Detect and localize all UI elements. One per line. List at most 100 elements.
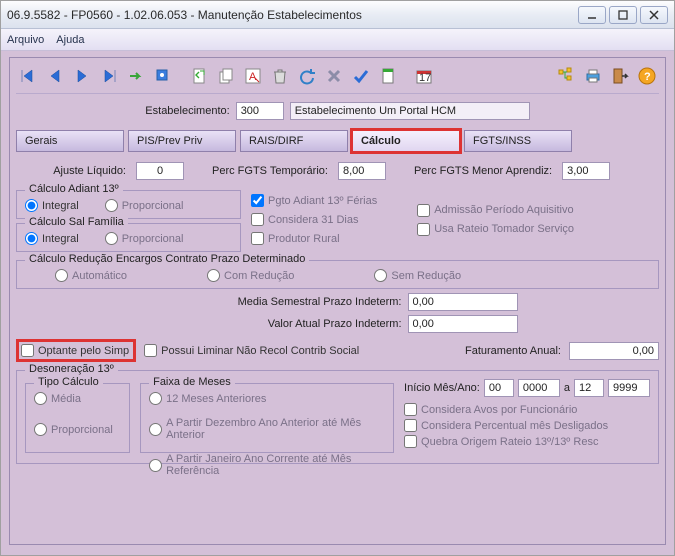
client-area: A 17 ? Estabelecimento: Gerais [1,51,674,555]
maximize-button[interactable] [609,6,637,24]
main-panel: A 17 ? Estabelecimento: Gerais [9,57,666,545]
ajuste-label: Ajuste Líquido: [16,165,126,177]
estab-row: Estabelecimento: [16,102,659,120]
perc-temp-input[interactable] [338,162,386,180]
perc-apr-input[interactable] [562,162,610,180]
next-record-icon[interactable] [70,64,94,88]
inicio-label: Início Mês/Ano: [404,382,480,394]
goto-icon[interactable] [124,64,148,88]
menubar: Arquivo Ajuda [1,29,674,51]
check-rural[interactable]: Produtor Rural [251,232,377,245]
toolbar: A 17 ? [16,62,659,94]
center-fields: Media Semestral Prazo Indeterm: Valor At… [158,293,518,333]
tree-icon[interactable] [554,64,578,88]
group-adiant13-caption: Cálculo Adiant 13º [25,183,123,195]
inicio-m2-input[interactable] [574,379,604,397]
ajuste-input[interactable] [136,162,184,180]
perc-apr-label: Perc FGTS Menor Aprendiz: [414,165,552,177]
titlebar: 06.9.5582 - FP0560 - 1.02.06.053 - Manut… [1,1,674,29]
menu-ajuda[interactable]: Ajuda [56,34,84,46]
first-record-icon[interactable] [16,64,40,88]
check-rateio[interactable]: Usa Rateio Tomador Serviço [417,223,574,236]
tabs: Gerais PIS/Prev Priv RAIS/DIRF Cálculo F… [16,130,659,152]
check-pgto-adiant[interactable]: Pgto Adiant 13º Férias [251,194,377,207]
group-salfam: Cálculo Sal Família Integral Proporciona… [16,223,241,252]
window-buttons [578,6,668,24]
estab-code-input[interactable] [236,102,284,120]
close-button[interactable] [640,6,668,24]
highlight-box-optante: Optante pelo Simp [16,339,136,362]
cancel-icon[interactable] [322,64,346,88]
faturamento-label: Faturamento Anual: [465,345,561,357]
estab-name-field [290,102,530,120]
confirm-icon[interactable] [349,64,373,88]
faixa-r3-radio[interactable]: A Partir Janeiro Ano Corrente até Mês Re… [149,453,385,477]
group-salfam-caption: Cálculo Sal Família [25,216,128,228]
svg-text:17: 17 [419,72,431,84]
exit-icon[interactable] [608,64,632,88]
perc-line: Ajuste Líquido: Perc FGTS Temporário: Pe… [16,162,659,180]
check-31dias[interactable]: Considera 31 Dias [251,213,377,226]
inicio-m1-input[interactable] [484,379,514,397]
adiant-integral-radio[interactable]: Integral [25,199,79,212]
faixa-r2-radio[interactable]: A Partir Dezembro Ano Anterior até Mês A… [149,417,385,441]
group-tipo-calculo: Tipo Cálculo Média Proporcional [25,383,130,453]
inicio-row: Início Mês/Ano: a [404,379,650,397]
undo-icon[interactable] [295,64,319,88]
svg-text:A: A [249,71,257,83]
check-avos[interactable]: Considera Avos por Funcionário [404,403,650,416]
svg-text:?: ? [644,71,651,83]
tab-calculo[interactable]: Cálculo [352,130,460,152]
tipo-media-radio[interactable]: Média [34,392,121,405]
group-desoneracao-caption: Desoneração 13º [25,363,118,375]
media-label: Media Semestral Prazo Indeterm: [238,296,402,308]
print-icon[interactable] [581,64,605,88]
inicio-y1-input[interactable] [518,379,560,397]
check-optante-simp[interactable]: Optante pelo Simp [21,344,129,357]
tab-fgts[interactable]: FGTS/INSS [464,130,572,152]
group-adiant13: Cálculo Adiant 13º Integral Proporcional [16,190,241,219]
salfam-prop-radio[interactable]: Proporcional [105,232,184,245]
valor-input[interactable] [408,315,518,333]
document-icon[interactable] [376,64,400,88]
last-record-icon[interactable] [97,64,121,88]
check-liminar[interactable]: Possui Liminar Não Recol Contrib Social [144,344,359,357]
tipo-prop-radio[interactable]: Proporcional [34,423,113,436]
group-tipo-caption: Tipo Cálculo [34,376,103,388]
group-reducao: Cálculo Redução Encargos Contrato Prazo … [16,260,659,289]
search-icon[interactable] [151,64,175,88]
reducao-auto-radio[interactable]: Automático [55,269,127,282]
faturamento-input[interactable] [569,342,659,360]
reducao-com-radio[interactable]: Com Redução [207,269,294,282]
prev-record-icon[interactable] [43,64,67,88]
new-icon[interactable] [187,64,211,88]
minimize-button[interactable] [578,6,606,24]
inicio-y2-input[interactable] [608,379,650,397]
check-percentual[interactable]: Considera Percentual mês Desligados [404,419,650,432]
delete-icon[interactable] [268,64,292,88]
menu-arquivo[interactable]: Arquivo [7,34,44,46]
group-faixa-caption: Faixa de Meses [149,376,235,388]
perc-temp-label: Perc FGTS Temporário: [212,165,328,177]
calendar-icon[interactable]: 17 [412,64,436,88]
faixa-r1-radio[interactable]: 12 Meses Anteriores [149,392,385,405]
group-faixa-meses: Faixa de Meses 12 Meses Anteriores A Par… [140,383,394,453]
copy-icon[interactable] [214,64,238,88]
inicio-a-label: a [564,382,570,394]
tab-pis[interactable]: PIS/Prev Priv [128,130,236,152]
tab-gerais[interactable]: Gerais [16,130,124,152]
check-periodo[interactable]: Admissão Período Aquisitivo [417,204,574,217]
simp-row: Optante pelo Simp Possui Liminar Não Rec… [16,339,659,362]
check-quebra[interactable]: Quebra Origem Rateio 13º/13º Resc [404,435,650,448]
group-reducao-caption: Cálculo Redução Encargos Contrato Prazo … [25,253,309,265]
salfam-integral-radio[interactable]: Integral [25,232,79,245]
media-input[interactable] [408,293,518,311]
tab-rais[interactable]: RAIS/DIRF [240,130,348,152]
adiant-prop-radio[interactable]: Proporcional [105,199,184,212]
two-col: Cálculo Adiant 13º Integral Proporcional… [16,186,659,256]
reducao-sem-radio[interactable]: Sem Redução [374,269,461,282]
valor-label: Valor Atual Prazo Indeterm: [268,318,402,330]
window-title: 06.9.5582 - FP0560 - 1.02.06.053 - Manut… [7,8,578,22]
edit-font-icon[interactable]: A [241,64,265,88]
help-icon[interactable]: ? [635,64,659,88]
